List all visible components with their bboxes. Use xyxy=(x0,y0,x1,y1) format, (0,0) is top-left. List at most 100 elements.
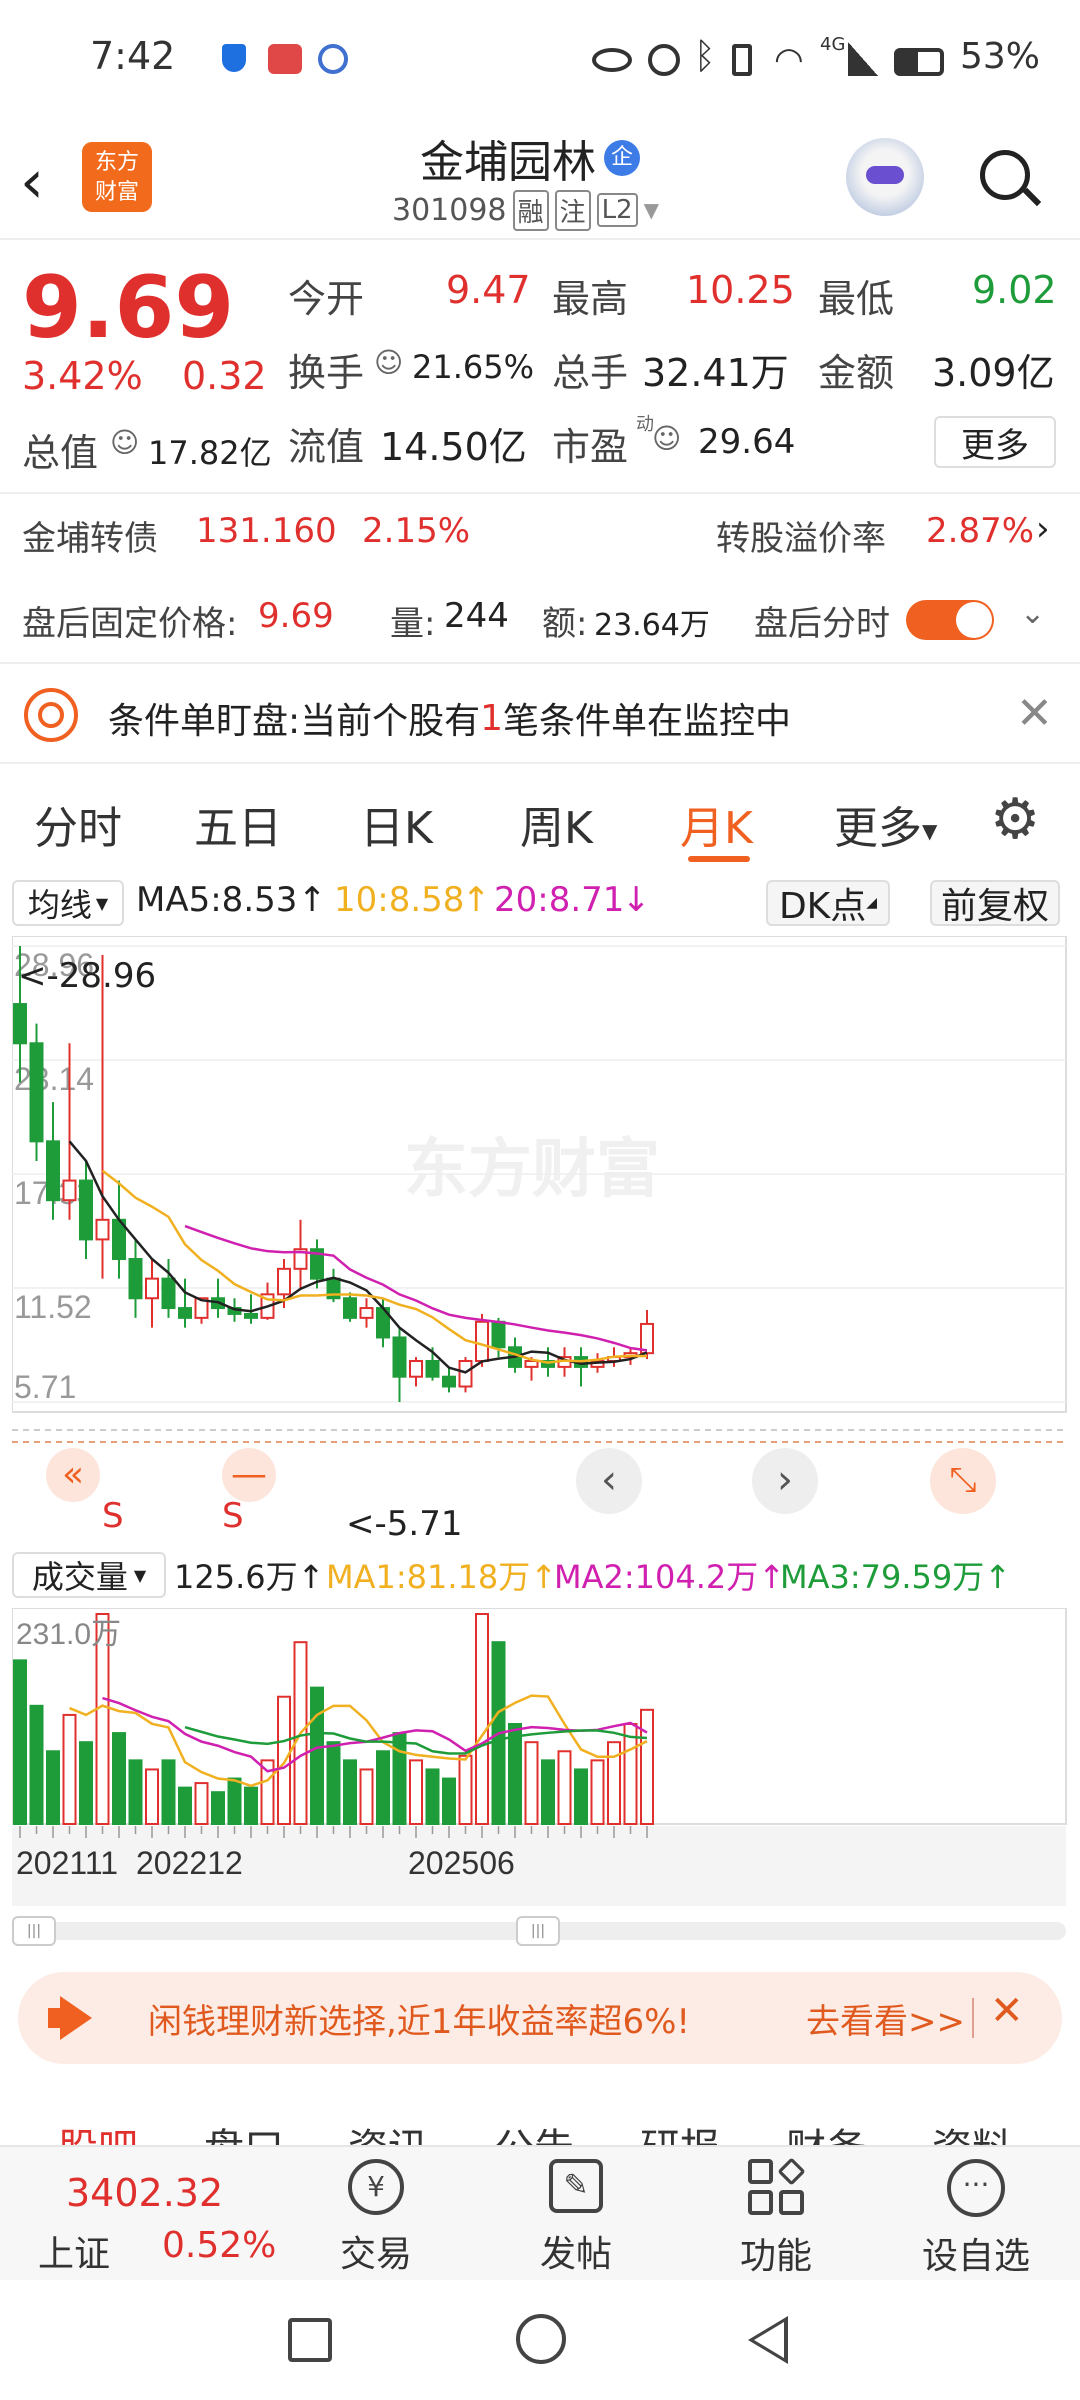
pe-label: 市盈 xyxy=(552,425,629,469)
volume-bar xyxy=(541,1759,555,1825)
tab-more-label: 更多 xyxy=(834,803,922,854)
network-label: 4G xyxy=(820,34,846,55)
vol-ma2: MA2:104.2万↑ xyxy=(554,1558,786,1596)
tab-daily-k[interactable]: 日K xyxy=(360,792,433,856)
candle-body xyxy=(458,1360,473,1388)
promo-banner[interactable]: 闲钱理财新选择,近1年收益率超6%! 去看看>> ✕ xyxy=(18,1972,1062,2064)
gear-icon[interactable]: ⚙ xyxy=(990,790,1040,850)
eye-icon xyxy=(592,48,632,72)
volume-bar xyxy=(590,1759,605,1825)
nav-trade[interactable]: ¥ 交易 xyxy=(296,2159,456,2277)
volume-indicator-selector[interactable]: 成交量 ▼ xyxy=(12,1552,166,1598)
rewind-button[interactable]: « xyxy=(46,1448,100,1502)
tab-intraday[interactable]: 分时 xyxy=(34,792,122,856)
condition-order-notice[interactable]: 条件单盯盘:当前个股有 1 笔条件单在监控中 ✕ xyxy=(0,662,1080,764)
back-button[interactable]: ‹ xyxy=(20,152,70,212)
chevron-down-icon[interactable]: ▼ xyxy=(644,198,659,222)
after-hours-toggle[interactable] xyxy=(906,600,994,640)
status-time: 7:42 xyxy=(90,34,176,78)
dk-point-button[interactable]: DK点 ◢ xyxy=(766,880,890,927)
stock-header: ‹ 东方 财富 金埔园林 企 301098 融 注 L2 ▼ xyxy=(0,130,1080,240)
info-icon[interactable]: ☺ xyxy=(374,346,403,379)
vol-ma3-text: MA3:79.59万 xyxy=(780,1558,985,1596)
tab-more[interactable]: 更多▼ xyxy=(834,792,937,856)
volume-bar xyxy=(178,1786,192,1826)
robot-assistant-icon[interactable] xyxy=(846,138,924,216)
caret-down-icon: ▼ xyxy=(922,819,938,843)
float-mcap: 14.50亿 xyxy=(380,425,527,469)
active-tab-indicator xyxy=(688,856,750,862)
ma20-arrow: ↓ xyxy=(622,880,651,920)
after-hours-price-label: 盘后固定价格: xyxy=(22,604,238,644)
candle-body xyxy=(491,1320,506,1349)
ma10-legend: 10:8.58 xyxy=(334,880,465,920)
volume-value: 125.6万↑ xyxy=(174,1558,325,1596)
candle-body xyxy=(62,1179,77,1202)
grid-icon xyxy=(748,2157,806,2215)
index-widget[interactable]: 3402.32 上证 0.52% xyxy=(0,2147,300,2282)
content-tabs: 股吧 盘口 资讯 公告 研报 财务 资料 xyxy=(0,2090,1080,2150)
forward-adjust-button[interactable]: 前复权 xyxy=(930,880,1060,927)
search-icon[interactable] xyxy=(980,150,1042,210)
more-button[interactable]: 更多 xyxy=(934,416,1056,468)
zoom-out-button[interactable]: — xyxy=(222,1448,276,1502)
home-button[interactable] xyxy=(516,2314,566,2364)
shield-icon xyxy=(222,44,246,72)
ma-selector[interactable]: 均线 ▼ xyxy=(12,880,124,926)
index-value: 3402.32 xyxy=(66,2171,224,2215)
after-hours-timeline-label: 盘后分时 xyxy=(754,604,890,644)
turnover-label: 换手 xyxy=(288,351,365,395)
nav-add-watchlist[interactable]: ··· 设自选 xyxy=(896,2159,1056,2279)
candle-body xyxy=(244,1312,258,1319)
nav-post[interactable]: ✎ 发帖 xyxy=(496,2159,656,2277)
bond-label: 金埔转债 xyxy=(22,519,158,559)
range-scroller[interactable]: ||| ||| xyxy=(12,1916,1066,1946)
change-percent: 3.42% xyxy=(22,354,143,398)
turnover-rate: 21.65% xyxy=(412,348,535,386)
vol-ma2-text: MA2:104.2万 xyxy=(554,1558,759,1596)
range-handle-left[interactable]: ||| xyxy=(12,1916,56,1946)
tab-monthly-k[interactable]: 月K xyxy=(680,792,753,856)
dk-label: DK点 xyxy=(778,886,867,927)
nav-functions-label: 功能 xyxy=(739,2236,812,2277)
index-percent: 0.52% xyxy=(162,2225,277,2266)
candle-body xyxy=(277,1267,291,1296)
candle-body xyxy=(343,1297,357,1319)
tab-weekly-k[interactable]: 周K xyxy=(520,792,593,856)
fullscreen-button[interactable]: ⤡ xyxy=(930,1448,996,1514)
after-hours-amount-label: 额: xyxy=(542,604,588,644)
eastmoney-logo[interactable]: 东方 财富 xyxy=(82,142,152,212)
volume-bar xyxy=(227,1777,242,1825)
tab-five-day[interactable]: 五日 xyxy=(194,792,282,856)
promo-text: 闲钱理财新选择,近1年收益率超6%! xyxy=(148,2002,691,2042)
close-icon[interactable]: ✕ xyxy=(1016,688,1053,739)
volume-bar xyxy=(244,1786,258,1826)
nav-functions[interactable]: 功能 xyxy=(696,2157,856,2279)
recents-button[interactable] xyxy=(288,2318,332,2362)
nav-add-watchlist-label: 设自选 xyxy=(921,2236,1030,2277)
index-name: 上证 xyxy=(38,2234,111,2275)
nav-post-label: 发帖 xyxy=(539,2234,612,2275)
chevron-right-icon: › xyxy=(1036,509,1050,549)
volume-bar xyxy=(62,1713,77,1825)
volume-chart[interactable]: 231.0万 202111 202212 202506 xyxy=(12,1608,1068,1908)
bottom-nav: 3402.32 上证 0.52% ¥ 交易 ✎ 发帖 功能 ··· 设自选 xyxy=(0,2145,1080,2280)
chevron-down-icon[interactable]: ⌄ xyxy=(1020,596,1045,631)
after-hours-amount: 23.64万 xyxy=(594,608,710,643)
promo-link[interactable]: 去看看>> xyxy=(806,1994,965,2043)
y-tick-label: 5.71 xyxy=(14,1369,76,1405)
range-handle-right[interactable]: ||| xyxy=(516,1916,560,1946)
scroll-right-button[interactable]: › xyxy=(752,1448,818,1514)
candle-body xyxy=(425,1360,440,1378)
conversion-premium-label: 转股溢价率 xyxy=(716,519,886,559)
info-icon[interactable]: ☺ xyxy=(652,422,681,455)
scroll-left-button[interactable]: ‹ xyxy=(576,1448,642,1514)
info-icon[interactable]: ☺ xyxy=(110,426,139,459)
volume-bar xyxy=(326,1741,341,1826)
close-icon[interactable]: ✕ xyxy=(990,1988,1024,2034)
volume-value-text: 125.6万 xyxy=(174,1558,298,1596)
chart-area: 均线 ▼ MA5:8.53 ↑ 10:8.58 ↑ 20:8.71 ↓ DK点 ◢ … xyxy=(0,870,1080,1920)
signal-icon xyxy=(848,42,878,76)
convertible-bond-row[interactable]: 金埔转债 131.160 2.15% 转股溢价率 2.87% › xyxy=(0,505,1080,565)
date-label-2: 202212 xyxy=(136,1845,243,1881)
